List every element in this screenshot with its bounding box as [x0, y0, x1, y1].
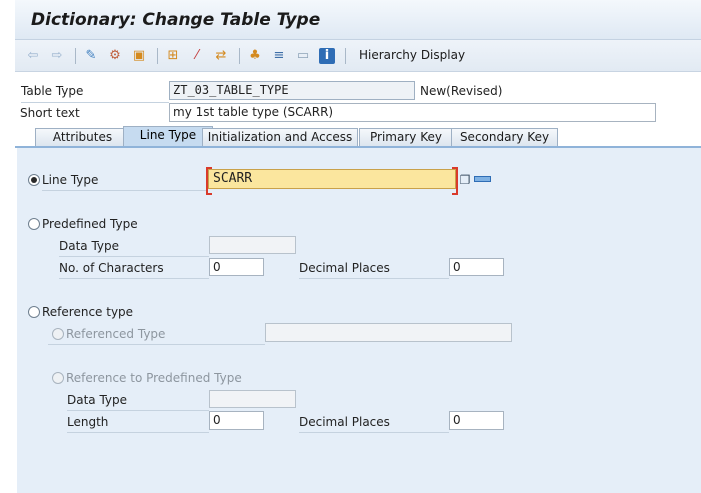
- line-type-radio[interactable]: [28, 174, 40, 186]
- toolbar-separator: [157, 48, 158, 64]
- line-type-label: Line Type: [42, 173, 99, 187]
- data-type-field: [209, 236, 296, 254]
- table-type-field[interactable]: ZT_03_TABLE_TYPE: [169, 81, 415, 100]
- where-used-icon[interactable]: ⇄: [213, 48, 229, 64]
- predefined-type-radio[interactable]: [28, 218, 40, 230]
- label-underline: [299, 432, 449, 433]
- toolbar-separator: [75, 48, 76, 64]
- label-underline: [299, 278, 449, 279]
- decimal-places-input[interactable]: 0: [449, 258, 504, 276]
- ref-predefined-radio: [52, 372, 64, 384]
- other-object-icon[interactable]: ⚙: [107, 48, 123, 64]
- label-underline: [67, 432, 209, 433]
- back-arrow-icon[interactable]: ⇦: [25, 48, 41, 64]
- ref-decimal-places-label: Decimal Places: [299, 415, 390, 429]
- label-underline: [48, 344, 265, 345]
- f4-help-icon[interactable]: [474, 176, 491, 182]
- data-type-label: Data Type: [59, 239, 120, 253]
- ref-predefined-label: Reference to Predefined Type: [66, 371, 242, 385]
- hierarchy-display-button[interactable]: Hierarchy Display: [359, 48, 465, 62]
- test-icon[interactable]: ⁄: [189, 48, 205, 64]
- referenced-type-radio: [52, 328, 64, 340]
- label-underline: [59, 256, 209, 257]
- screen-icon[interactable]: ▭: [295, 48, 311, 64]
- short-text-input[interactable]: my 1st table type (SCARR): [169, 103, 656, 122]
- ref-data-type-field: [209, 390, 296, 408]
- predefined-type-label: Predefined Type: [42, 217, 138, 231]
- hierarchy-icon[interactable]: ♣: [247, 48, 263, 64]
- tab-initialization-access[interactable]: Initialization and Access: [202, 128, 358, 147]
- length-label: Length: [67, 415, 109, 429]
- label-underline: [21, 102, 169, 103]
- status-text: New(Revised): [420, 84, 503, 98]
- reference-type-label: Reference type: [42, 305, 134, 319]
- forward-arrow-icon[interactable]: ⇨: [49, 48, 65, 64]
- tab-strip: Attributes Line Type Initialization and …: [15, 126, 701, 147]
- short-text-label: Short text: [20, 106, 80, 120]
- no-of-characters-label: No. of Characters: [59, 261, 164, 275]
- label-underline: [59, 278, 209, 279]
- ref-data-type-label: Data Type: [67, 393, 128, 407]
- title-bar: Dictionary: Change Table Type: [15, 0, 701, 40]
- line-type-input[interactable]: SCARR: [206, 167, 458, 195]
- toolbar-separator: [345, 48, 346, 64]
- tab-primary-key[interactable]: Primary Key: [359, 128, 453, 147]
- label-underline: [42, 190, 208, 191]
- length-input[interactable]: 0: [209, 411, 264, 430]
- display-change-icon[interactable]: ✎: [83, 48, 99, 64]
- tab-attributes[interactable]: Attributes: [35, 128, 130, 147]
- toolbar-separator: [239, 48, 240, 64]
- ref-decimal-places-input[interactable]: 0: [449, 411, 504, 430]
- table-type-label: Table Type: [21, 84, 84, 98]
- info-icon[interactable]: i: [319, 48, 335, 64]
- layout-icon[interactable]: ≡: [271, 48, 287, 64]
- reference-type-radio[interactable]: [28, 306, 40, 318]
- check-icon[interactable]: ⊞: [165, 48, 181, 64]
- referenced-type-label: Referenced Type: [66, 327, 166, 341]
- tab-line-type[interactable]: Line Type: [123, 126, 213, 147]
- no-of-characters-input[interactable]: 0: [209, 258, 264, 276]
- copy-icon[interactable]: ❐: [457, 172, 473, 188]
- label-underline: [67, 410, 209, 411]
- decimal-places-label: Decimal Places: [299, 261, 390, 275]
- page-title: Dictionary: Change Table Type: [31, 10, 321, 30]
- application-toolbar: ⇦ ⇨ ✎ ⚙ ▣ ⊞ ⁄ ⇄ ♣ ≡ ▭ i Hierarchy Displa…: [15, 40, 701, 72]
- activate-icon[interactable]: ▣: [131, 48, 147, 64]
- line-type-panel: [17, 148, 701, 493]
- referenced-type-field: [265, 323, 512, 342]
- tab-secondary-key[interactable]: Secondary Key: [451, 128, 558, 147]
